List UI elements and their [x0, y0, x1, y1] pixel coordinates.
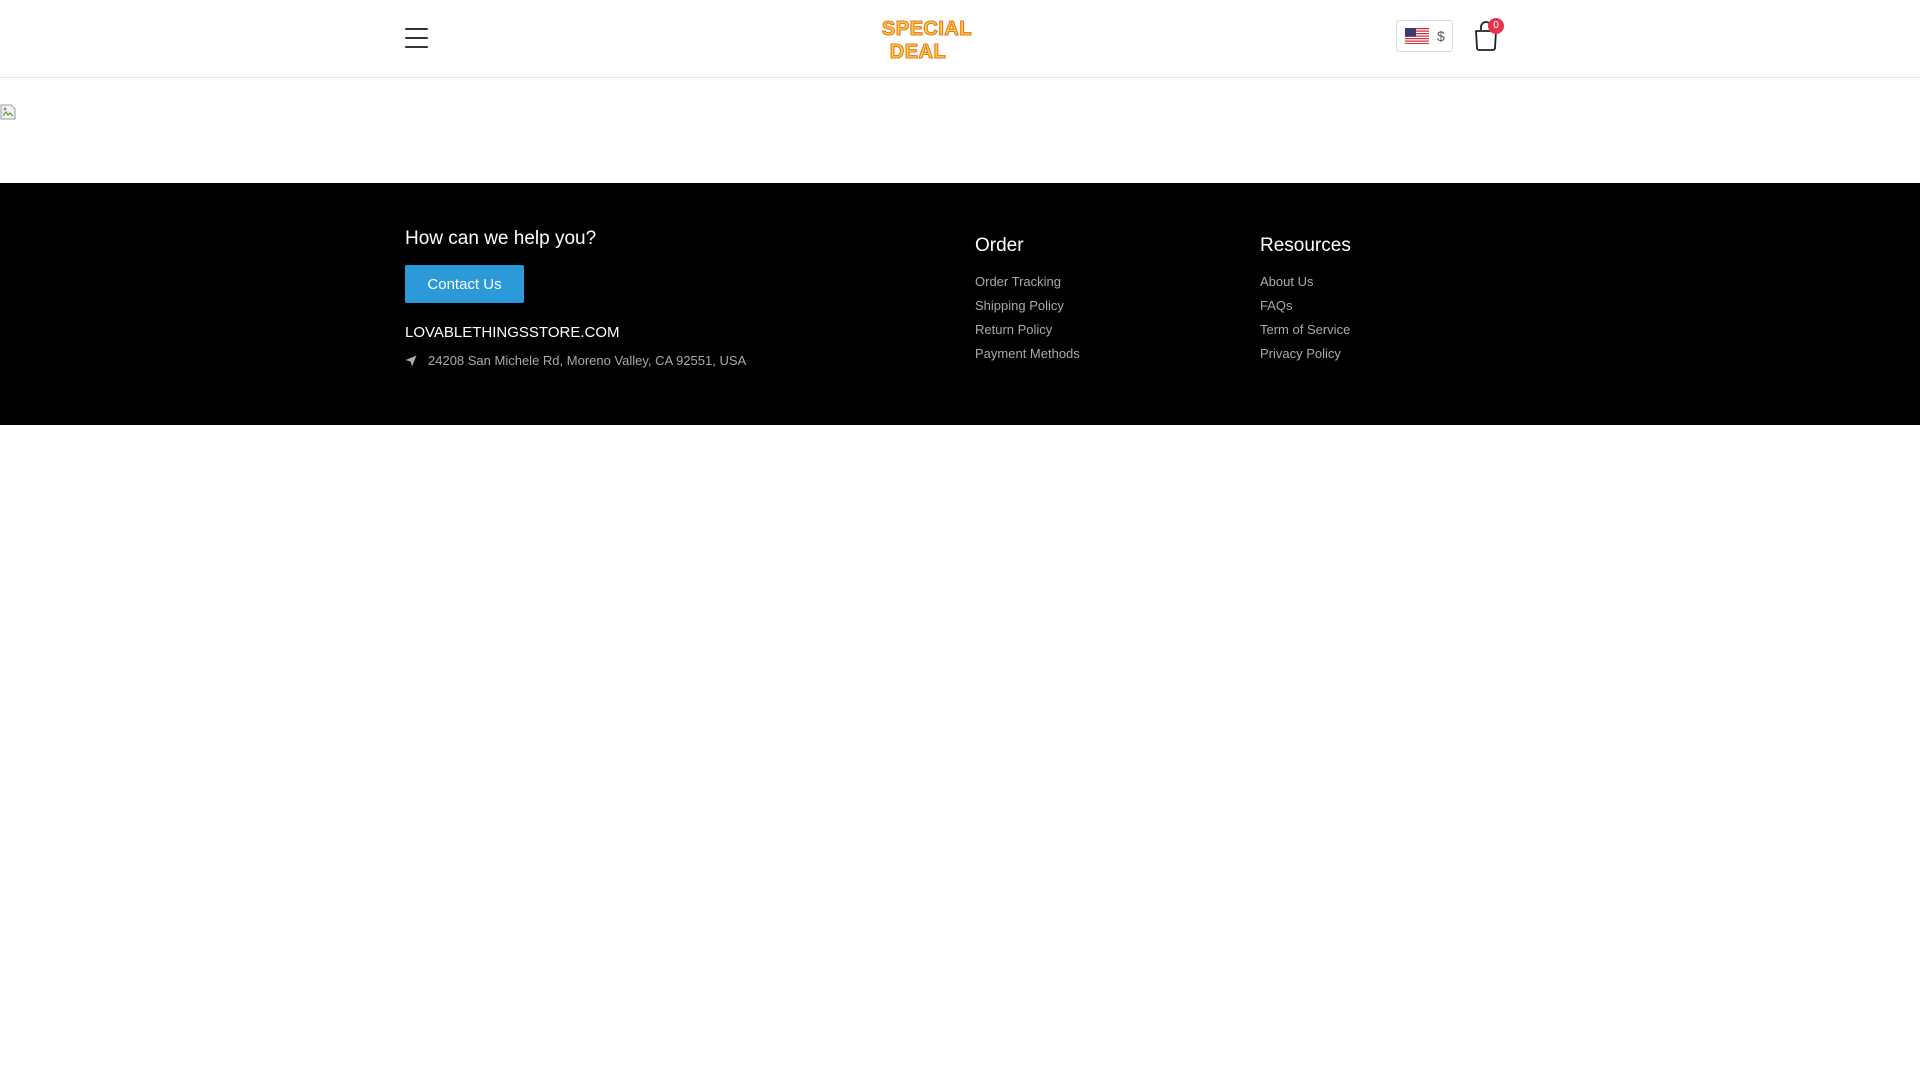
- privacy-policy-link[interactable]: Privacy Policy: [1260, 342, 1351, 366]
- order-tracking-link[interactable]: Order Tracking: [975, 270, 1080, 294]
- currency-selector[interactable]: $: [1396, 20, 1453, 52]
- banner-image: [0, 104, 20, 124]
- about-us-link[interactable]: About Us: [1260, 270, 1351, 294]
- broken-image-icon: [0, 104, 16, 120]
- order-heading: Order: [975, 235, 1024, 256]
- site-footer: How can we help you? Contact Us LOVABLET…: [0, 183, 1920, 425]
- faqs-link[interactable]: FAQs: [1260, 294, 1351, 318]
- help-heading: How can we help you?: [405, 228, 597, 249]
- us-flag-icon: [1405, 28, 1429, 44]
- logo-line-2: DEAL: [890, 41, 946, 63]
- logo-line-1: SPECIAL: [882, 18, 972, 40]
- footer-order-column: Order Order Tracking Shipping Policy Ret…: [975, 235, 1080, 366]
- shipping-policy-link[interactable]: Shipping Policy: [975, 294, 1080, 318]
- contact-us-button[interactable]: Contact Us: [405, 265, 524, 303]
- location-arrow-icon: [405, 355, 417, 366]
- address-text: 24208 San Michele Rd, Moreno Valley, CA …: [428, 353, 747, 368]
- payment-methods-link[interactable]: Payment Methods: [975, 342, 1080, 366]
- terms-of-service-link[interactable]: Term of Service: [1260, 318, 1351, 342]
- hamburger-menu-icon[interactable]: [405, 27, 429, 49]
- resources-heading: Resources: [1260, 235, 1351, 256]
- footer-resources-column: Resources About Us FAQs Term of Service …: [1260, 235, 1351, 366]
- cart-button[interactable]: 0: [1470, 18, 1506, 54]
- store-name: LOVABLETHINGSSTORE.COM: [405, 324, 620, 341]
- currency-symbol: $: [1437, 28, 1445, 44]
- return-policy-link[interactable]: Return Policy: [975, 318, 1080, 342]
- site-header: SPECIAL DEAL $ 0: [0, 0, 1920, 78]
- site-logo[interactable]: SPECIAL DEAL: [881, 15, 973, 63]
- store-address: 24208 San Michele Rd, Moreno Valley, CA …: [405, 353, 746, 368]
- cart-count-badge: 0: [1488, 18, 1504, 34]
